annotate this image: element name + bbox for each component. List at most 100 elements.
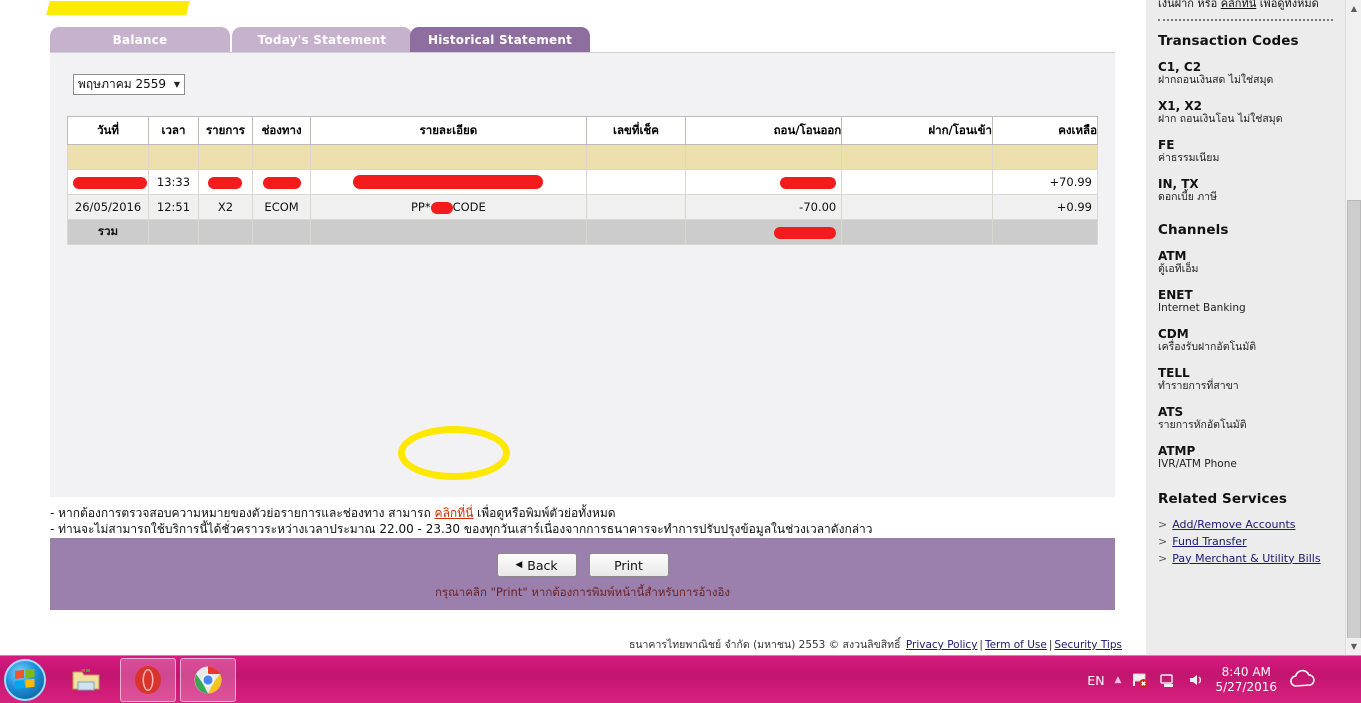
divider (1158, 18, 1333, 21)
windows-taskbar: EN ▲ 8:40 AM 5/27/2016 (0, 655, 1361, 703)
channel-desc: ทำรายการที่สาขา (1158, 379, 1239, 392)
cell-code: X2 (197, 194, 253, 220)
col-balance: คงเหลือ (991, 116, 1099, 145)
filler-cell (585, 144, 687, 170)
channel-desc: เครื่องรับฝากอัตโนมัติ (1158, 340, 1257, 353)
code-desc: ฝาก ถอนเงินโอน ไม่ใช่สมุด (1158, 112, 1283, 125)
redaction-mark (780, 176, 837, 189)
filler-cell (251, 144, 312, 170)
total-cell (585, 219, 687, 245)
clock-date: 5/27/2016 (1215, 680, 1277, 694)
tab-balance-label: Balance (112, 32, 168, 47)
print-button[interactable]: Print (588, 553, 669, 577)
transaction-code-item: X1, X2 ฝาก ถอนเงินโอน ไม่ใช่สมุด (1158, 99, 1333, 126)
channel-code: CDM (1158, 326, 1189, 341)
table-total-row: รวม (66, 219, 1099, 245)
channel-code: ENET (1158, 287, 1193, 302)
channel-item: TELL ทำรายการที่สาขา (1158, 366, 1333, 393)
intro-pre: เงินฝาก หรือ (1158, 0, 1221, 10)
cell-detail (310, 169, 587, 195)
show-desktop-button[interactable] (1329, 660, 1351, 700)
channel-item: ATS รายการหักอัตโนมัติ (1158, 405, 1333, 432)
volume-icon[interactable] (1187, 671, 1205, 689)
chevron-down-icon: ▼ (173, 80, 180, 89)
cell-date: 26/05/2016 (66, 194, 150, 220)
flag-error-icon[interactable] (1131, 671, 1149, 689)
col-cheque: เลขที่เช็ค (585, 116, 687, 145)
scroll-up-icon[interactable]: ▲ (1346, 0, 1361, 17)
month-select-value: พฤษภาคม 2559 (78, 77, 167, 91)
channel-item: ATMP IVR/ATM Phone (1158, 444, 1333, 471)
total-cell (310, 219, 587, 245)
language-indicator[interactable]: EN (1087, 673, 1104, 688)
code-desc: ฝากถอนเงินสด ไม่ใช่สมุด (1158, 73, 1274, 86)
table-header-row: วันที่ เวลา รายการ ช่องทาง รายละเอียด เล… (66, 116, 1099, 145)
code-label: C1, C2 (1158, 59, 1202, 74)
intro-post: เพื่อดูทั้งหมด (1256, 0, 1319, 10)
show-hidden-icons-icon[interactable]: ▲ (1115, 675, 1122, 685)
table-row[interactable]: 13:33 +70.99 (66, 169, 1099, 195)
print-button-label: Print (614, 557, 643, 573)
add-remove-accounts-link[interactable]: Add/Remove Accounts (1172, 518, 1295, 531)
channel-item: ATM ตู้เอทีเอ็ม (1158, 249, 1333, 276)
sidebar-intro-link[interactable]: คลิกที่นี่ (1221, 0, 1257, 10)
chrome-icon[interactable] (180, 658, 236, 702)
cell-cheque (585, 194, 687, 220)
tab-historical-statement[interactable]: Historical Statement (410, 27, 590, 52)
month-select[interactable]: พฤษภาคม 2559 ▼ (73, 74, 185, 95)
tab-todays-statement[interactable]: Today's Statement (232, 27, 412, 52)
note-line-2: - ท่านจะไม่สามารถใช้บริการนี้ได้ชั่วคราว… (50, 522, 873, 536)
cell-code (197, 169, 253, 195)
opera-icon[interactable] (120, 658, 176, 702)
privacy-policy-link[interactable]: Privacy Policy (906, 639, 978, 651)
term-of-use-link[interactable]: Term of Use (985, 639, 1047, 651)
channel-desc: ตู้เอทีเอ็ม (1158, 262, 1199, 275)
notes-block: - หากต้องการตรวจสอบความหมายของตัวย่อรายก… (50, 505, 1110, 537)
security-tips-link[interactable]: Security Tips (1054, 639, 1122, 651)
cell-cheque (585, 169, 687, 195)
cell-out: -70.00 (685, 194, 843, 220)
table-row[interactable]: 26/05/2016 12:51 X2 ECOM PP* CODE -70.00 … (66, 194, 1099, 220)
redaction-mark (353, 175, 544, 190)
windows-start-icon[interactable] (4, 659, 46, 701)
filler-cell (991, 144, 1099, 170)
cell-channel (251, 169, 312, 195)
table-filler-row (66, 144, 1099, 170)
redaction-mark (430, 201, 453, 214)
related-link-row: > Add/Remove Accounts (1158, 518, 1333, 531)
note-1-pre: - หากต้องการตรวจสอบความหมายของตัวย่อรายก… (50, 506, 435, 520)
cloud-icon[interactable] (1287, 669, 1319, 689)
tab-historical-statement-label: Historical Statement (427, 32, 573, 47)
col-code: รายการ (197, 116, 253, 145)
note-1-post: เพื่อดูหรือพิมพ์ตัวย่อทั้งหมด (473, 506, 616, 520)
scrollbar-thumb[interactable] (1347, 200, 1361, 640)
sep: | (979, 639, 983, 651)
cell-in (841, 169, 993, 195)
explorer-icon[interactable] (58, 658, 114, 702)
transaction-code-item: C1, C2 ฝากถอนเงินสด ไม่ใช่สมุด (1158, 60, 1333, 87)
total-out (685, 219, 843, 245)
fund-transfer-link[interactable]: Fund Transfer (1172, 535, 1246, 548)
statement-table: วันที่ เวลา รายการ ช่องทาง รายละเอียด เล… (66, 116, 1099, 245)
abbreviation-help-link[interactable]: คลิกที่นี่ (435, 506, 474, 520)
pay-merchant-link[interactable]: Pay Merchant & Utility Bills (1172, 552, 1320, 565)
code-label: FE (1158, 137, 1175, 152)
cell-out (685, 169, 843, 195)
copyright-bar: ธนาคารไทยพาณิชย์ จำกัด (มหาชน) 2553 © สง… (629, 636, 1124, 653)
page-scrollbar[interactable]: ▲ ▼ (1345, 0, 1361, 655)
total-cell (841, 219, 993, 245)
chevron-right-icon: > (1158, 517, 1168, 531)
col-in: ฝาก/โอนเข้า (841, 116, 993, 145)
total-cell (991, 219, 1099, 245)
network-icon[interactable] (1159, 671, 1177, 689)
screen: Balance Today's Statement Historical Sta… (0, 0, 1361, 703)
filler-cell (66, 144, 150, 170)
back-button[interactable]: ◀ Back (496, 553, 577, 577)
cell-time: 12:51 (148, 194, 199, 220)
scroll-down-icon[interactable]: ▼ (1346, 638, 1361, 655)
tab-balance[interactable]: Balance (50, 27, 230, 52)
taskbar-clock[interactable]: 8:40 AM 5/27/2016 (1215, 665, 1277, 695)
transaction-codes-heading: Transaction Codes (1158, 32, 1299, 49)
channel-desc: รายการหักอัตโนมัติ (1158, 418, 1247, 431)
cell-detail: PP* CODE (310, 194, 587, 220)
